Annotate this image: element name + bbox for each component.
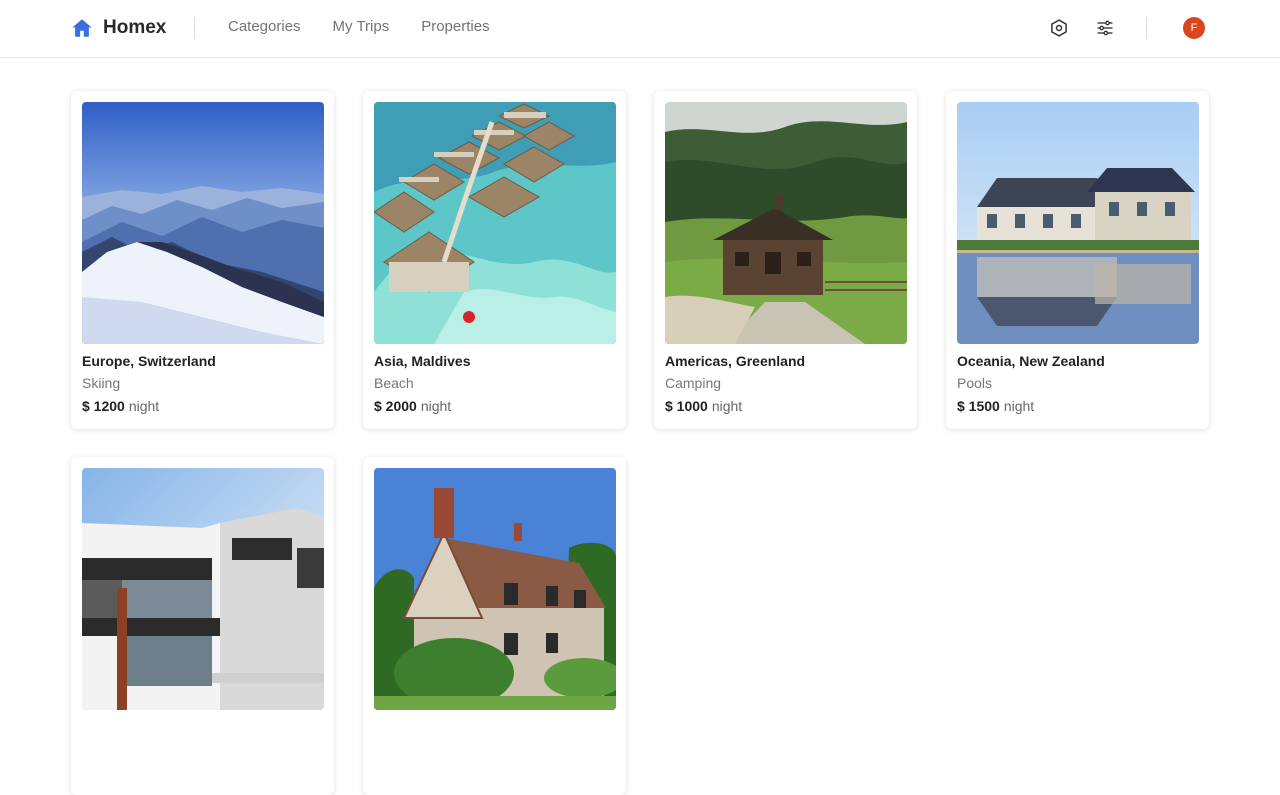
- listing-price-amount: $ 1000: [665, 398, 708, 414]
- listing-card[interactable]: Americas, Greenland Camping $ 1000 night: [654, 91, 917, 429]
- listing-price-unit: night: [128, 398, 160, 414]
- listing-category: Skiing: [82, 375, 121, 391]
- home-icon: [72, 19, 92, 37]
- listing-category: Camping: [665, 375, 722, 391]
- listing-place: Asia, Maldives: [374, 353, 471, 369]
- listing-card[interactable]: [363, 457, 626, 795]
- listing-price-amount: $ 2000: [374, 398, 417, 414]
- listing-price-amount: $ 1500: [957, 398, 1000, 414]
- listing-card[interactable]: Oceania, New Zealand Pools $ 1500 night: [946, 91, 1209, 429]
- brand-name: Homex: [103, 17, 167, 38]
- listing-card[interactable]: Europe, Switzerland Skiing $ 1200 night: [71, 91, 334, 429]
- settings-button[interactable]: [1047, 16, 1071, 40]
- user-avatar[interactable]: F: [1183, 17, 1205, 39]
- filters-button[interactable]: [1093, 16, 1117, 40]
- listing-image-overwater-bungalows: [374, 102, 616, 344]
- nav-divider: [194, 17, 195, 39]
- listing-price-unit: night: [1003, 398, 1035, 414]
- listing-image-brick-cottage: [374, 468, 616, 710]
- brand-logo-link[interactable]: Homex: [71, 16, 166, 40]
- listing-price-amount: $ 1200: [82, 398, 125, 414]
- listing-place: Oceania, New Zealand: [957, 353, 1105, 369]
- nav-link-my-trips[interactable]: My Trips: [333, 18, 390, 35]
- nav-link-properties[interactable]: Properties: [421, 18, 489, 35]
- listing-image-modern-building: [82, 468, 324, 710]
- nav-divider-right: [1146, 17, 1147, 39]
- top-navbar: Homex Categories My Trips Properties F: [0, 0, 1280, 58]
- listing-price-unit: night: [420, 398, 452, 414]
- listing-price: $ 1000 night: [665, 398, 742, 414]
- listing-image-lakeside-house: [957, 102, 1199, 344]
- listing-place: Europe, Switzerland: [82, 353, 216, 369]
- listing-category: Pools: [957, 375, 993, 391]
- listing-category: Beach: [374, 375, 414, 391]
- listing-card[interactable]: Asia, Maldives Beach $ 2000 night: [363, 91, 626, 429]
- listing-card[interactable]: [71, 457, 334, 795]
- listing-price-unit: night: [711, 398, 743, 414]
- listing-image-snowy-mountains: [82, 102, 324, 344]
- sliders-icon: [1097, 20, 1113, 36]
- listing-image-wooden-cabin: [665, 102, 907, 344]
- hexagon-settings-icon: [1051, 19, 1067, 37]
- listing-place: Americas, Greenland: [665, 353, 806, 369]
- nav-link-categories[interactable]: Categories: [228, 18, 301, 35]
- main-nav: Categories My Trips Properties: [228, 18, 490, 35]
- listing-price: $ 1200 night: [82, 398, 159, 414]
- listing-price: $ 1500 night: [957, 398, 1034, 414]
- listing-price: $ 2000 night: [374, 398, 451, 414]
